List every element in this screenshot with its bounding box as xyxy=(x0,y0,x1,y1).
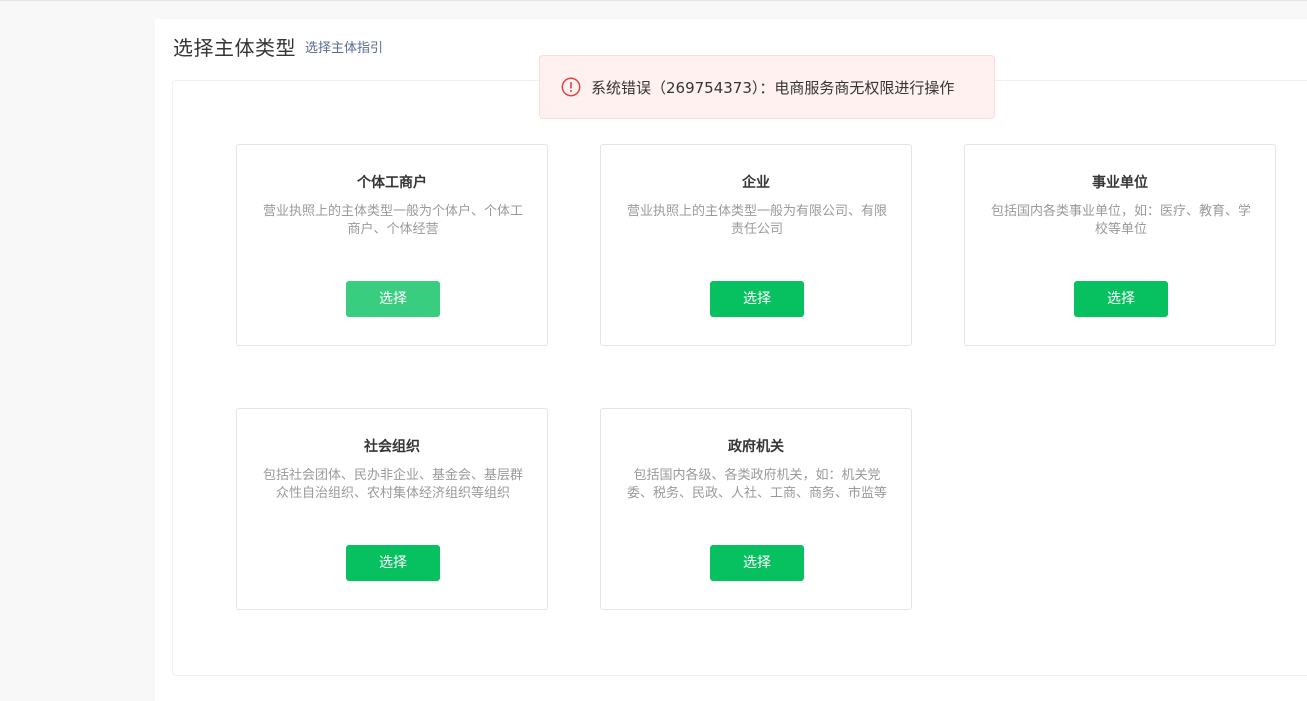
select-button-institution[interactable]: 选择 xyxy=(1074,281,1168,317)
select-button-enterprise[interactable]: 选择 xyxy=(710,281,804,317)
card-title: 事业单位 xyxy=(1092,175,1148,191)
card-description: 营业执照上的主体类型一般为有限公司、有限责任公司 xyxy=(626,204,887,237)
error-toast: 系统错误（269754373）：电商服务商无权限进行操作 xyxy=(539,55,995,119)
entity-card-social-org: 社会组织 包括社会团体、民办非企业、基金会、基层群众性自治组织、农村集体经济组织… xyxy=(236,408,548,610)
entity-card-government: 政府机关 包括国内各级、各类政府机关，如：机关党委、税务、民政、人社、工商、商务… xyxy=(600,408,912,610)
error-circle-icon xyxy=(561,77,581,97)
card-description: 包括国内各级、各类政府机关，如：机关党委、税务、民政、人社、工商、商务、市监等 xyxy=(626,468,887,501)
page-title: 选择主体类型 xyxy=(173,36,296,60)
top-border xyxy=(0,0,1307,1)
main-content: 选择主体类型 选择主体指引 个体工商户 营业执照上的主体类型一般为个体户、个体工… xyxy=(155,19,1307,701)
card-title: 企业 xyxy=(742,175,770,191)
card-title: 社会组织 xyxy=(364,439,420,455)
error-message: 系统错误（269754373）：电商服务商无权限进行操作 xyxy=(591,79,955,97)
card-description: 包括国内各类事业单位，如：医疗、教育、学校等单位 xyxy=(990,204,1251,237)
guide-link[interactable]: 选择主体指引 xyxy=(305,40,383,58)
select-button-social-org[interactable]: 选择 xyxy=(346,545,440,581)
entity-card-institution: 事业单位 包括国内各类事业单位，如：医疗、教育、学校等单位 选择 xyxy=(964,144,1276,346)
select-button-individual[interactable]: 选择 xyxy=(346,281,440,317)
card-description: 包括社会团体、民办非企业、基金会、基层群众性自治组织、农村集体经济组织等组织 xyxy=(262,468,523,501)
entity-card-individual: 个体工商户 营业执照上的主体类型一般为个体户、个体工商户、个体经营 选择 xyxy=(236,144,548,346)
card-description: 营业执照上的主体类型一般为个体户、个体工商户、个体经营 xyxy=(262,204,523,237)
entity-card-enterprise: 企业 营业执照上的主体类型一般为有限公司、有限责任公司 选择 xyxy=(600,144,912,346)
card-title: 政府机关 xyxy=(728,439,784,455)
entity-type-panel: 个体工商户 营业执照上的主体类型一般为个体户、个体工商户、个体经营 选择 企业 … xyxy=(172,80,1307,676)
card-title: 个体工商户 xyxy=(357,175,427,191)
left-sidebar-area xyxy=(0,1,155,701)
select-button-government[interactable]: 选择 xyxy=(710,545,804,581)
